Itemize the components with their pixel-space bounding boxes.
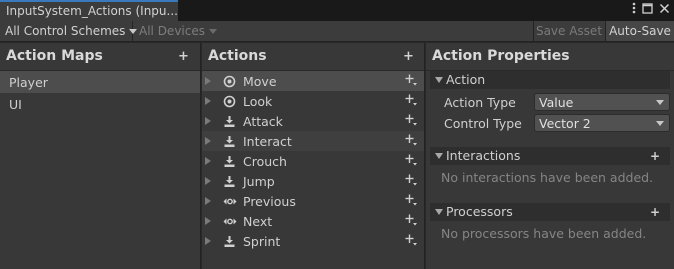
window-tab[interactable]: InputSystem_Actions (Inpu...	[0, 0, 178, 21]
kebab-menu-icon[interactable]	[632, 2, 636, 14]
devices-label: All Devices	[139, 24, 205, 38]
action-type-dropdown[interactable]: Value	[534, 93, 670, 111]
expand-triangle-icon	[435, 77, 443, 83]
expand-arrow-icon[interactable]	[205, 217, 211, 225]
control-schemes-label: All Control Schemes	[5, 24, 126, 38]
add-binding-button[interactable]	[405, 154, 417, 169]
action-item-label: Move	[243, 74, 277, 89]
action-maps-list: Player UI	[0, 71, 200, 115]
button-icon	[223, 135, 236, 151]
interactions-empty-note: No interactions have been added.	[441, 170, 654, 185]
add-binding-button[interactable]	[405, 74, 417, 89]
toolbar: All Control Schemes All Devices Save Ass…	[0, 21, 674, 42]
action-maps-pane: Action Maps + Player UI	[0, 43, 201, 269]
action-item-label: Interact	[243, 134, 292, 149]
action-type-label: Action Type	[444, 95, 516, 110]
expand-arrow-icon[interactable]	[205, 97, 211, 105]
actions-header: Actions +	[202, 43, 424, 71]
expand-arrow-icon[interactable]	[205, 137, 211, 145]
action-maps-title: Action Maps	[6, 48, 103, 64]
control-type-row: Control Type Vector 2	[426, 113, 674, 134]
passthrough-icon	[223, 195, 237, 211]
action-item-label: Crouch	[243, 154, 287, 169]
action-type-value: Value	[539, 95, 574, 110]
action-item[interactable]: Interact	[202, 131, 424, 151]
passthrough-icon	[223, 215, 237, 231]
action-section-header[interactable]: Action	[430, 71, 670, 89]
action-section-title: Action	[446, 72, 486, 87]
add-interaction-button[interactable]: +	[650, 147, 660, 165]
actions-list: Move Look Attack Interact Crouch Jump Previous…	[202, 71, 424, 251]
add-binding-button[interactable]	[405, 194, 417, 209]
action-maps-header: Action Maps +	[0, 43, 200, 71]
auto-save-toggle[interactable]: Auto-Save	[605, 21, 674, 41]
interactions-section-header[interactable]: Interactions +	[430, 147, 670, 165]
action-type-row: Action Type Value	[426, 92, 674, 113]
action-properties-pane: Action Properties Action Action Type Val…	[426, 43, 674, 269]
maximize-icon[interactable]	[642, 2, 653, 14]
control-type-dropdown[interactable]: Vector 2	[534, 114, 670, 132]
action-item[interactable]: Attack	[202, 111, 424, 131]
add-action-map-button[interactable]: +	[178, 49, 189, 64]
chevron-down-icon	[656, 121, 664, 126]
action-item-label: Sprint	[243, 234, 281, 249]
button-icon	[223, 115, 236, 131]
action-item[interactable]: Next	[202, 211, 424, 231]
action-item[interactable]: Jump	[202, 171, 424, 191]
devices-dropdown[interactable]: All Devices	[134, 21, 217, 41]
action-item[interactable]: Crouch	[202, 151, 424, 171]
action-item-label: Attack	[243, 114, 283, 129]
add-binding-button[interactable]	[405, 234, 417, 249]
add-processor-button[interactable]: +	[650, 203, 660, 221]
expand-arrow-icon[interactable]	[205, 157, 211, 165]
chevron-down-icon	[208, 28, 217, 34]
title-bar: InputSystem_Actions (Inpu...	[0, 0, 674, 21]
expand-triangle-icon	[435, 153, 443, 159]
expand-arrow-icon[interactable]	[205, 117, 211, 125]
add-binding-button[interactable]	[405, 134, 417, 149]
expand-arrow-icon[interactable]	[205, 237, 211, 245]
action-item[interactable]: Previous	[202, 191, 424, 211]
action-item-label: Previous	[243, 194, 296, 209]
interactions-section-title: Interactions	[446, 148, 521, 163]
chevron-down-icon	[656, 100, 664, 105]
actions-pane: Actions + Move Look Attack Interact Crouch Ju…	[202, 43, 425, 269]
value-icon	[223, 75, 236, 91]
expand-arrow-icon[interactable]	[205, 77, 211, 85]
control-type-value: Vector 2	[539, 116, 591, 131]
window-tab-title: InputSystem_Actions (Inpu...	[6, 4, 178, 18]
save-asset-button[interactable]: Save Asset	[533, 21, 604, 41]
button-icon	[223, 175, 236, 191]
close-icon[interactable]	[659, 3, 670, 14]
actions-title: Actions	[208, 48, 267, 64]
add-binding-button[interactable]	[405, 94, 417, 109]
control-type-label: Control Type	[444, 116, 522, 131]
action-item-label: Look	[243, 94, 273, 109]
window-controls	[632, 2, 670, 14]
control-schemes-dropdown[interactable]: All Control Schemes	[0, 21, 138, 41]
action-map-item[interactable]: UI	[0, 93, 200, 115]
action-map-item[interactable]: Player	[0, 71, 200, 93]
button-icon	[223, 155, 236, 171]
action-item[interactable]: Look	[202, 91, 424, 111]
button-icon	[223, 235, 236, 251]
expand-arrow-icon[interactable]	[205, 197, 211, 205]
add-binding-button[interactable]	[405, 214, 417, 229]
action-properties-header: Action Properties	[426, 43, 674, 71]
expand-arrow-icon[interactable]	[205, 177, 211, 185]
value-icon	[223, 95, 236, 111]
add-action-button[interactable]: +	[403, 49, 414, 64]
action-properties-title: Action Properties	[432, 48, 570, 64]
add-binding-button[interactable]	[405, 114, 417, 129]
processors-empty-note: No processors have been added.	[441, 226, 647, 241]
action-item-label: Jump	[243, 174, 275, 189]
action-item[interactable]: Move	[202, 71, 424, 91]
action-item[interactable]: Sprint	[202, 231, 424, 251]
add-binding-button[interactable]	[405, 174, 417, 189]
action-item-label: Next	[243, 214, 273, 229]
expand-triangle-icon	[435, 209, 443, 215]
processors-section-header[interactable]: Processors +	[430, 203, 670, 221]
processors-section-title: Processors	[446, 204, 513, 219]
